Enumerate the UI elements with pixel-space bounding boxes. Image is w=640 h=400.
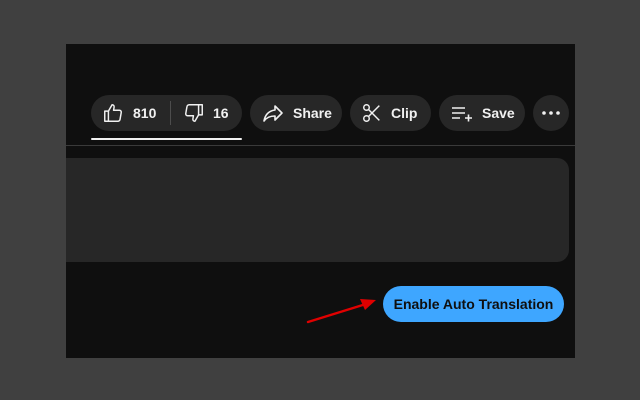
share-arrow-icon (261, 101, 285, 125)
like-button[interactable]: 810 (91, 95, 170, 131)
share-button[interactable]: Share (250, 95, 342, 131)
like-bar-underline (91, 138, 242, 140)
enable-auto-translation-button[interactable]: Enable Auto Translation (383, 286, 564, 322)
enable-auto-translation-label: Enable Auto Translation (393, 296, 554, 312)
thumbs-down-icon (183, 102, 205, 124)
scissors-icon (361, 102, 383, 124)
more-horizontal-icon (541, 110, 561, 116)
clip-button[interactable]: Clip (350, 95, 431, 131)
share-label: Share (293, 105, 332, 121)
thumbs-up-icon (102, 102, 124, 124)
save-label: Save (482, 105, 515, 121)
dislike-button[interactable]: 16 (171, 95, 229, 131)
playlist-add-icon (450, 101, 474, 125)
red-arrow-icon (304, 294, 382, 331)
section-divider (66, 145, 575, 146)
like-dislike-group: 810 16 (91, 95, 242, 131)
like-count: 810 (133, 105, 157, 121)
save-button[interactable]: Save (439, 95, 525, 131)
video-actions-panel: 810 16 Share Clip Save Enable Auto Trans… (66, 44, 575, 358)
dislike-count: 16 (213, 105, 229, 121)
clip-label: Clip (391, 105, 418, 121)
more-actions-button[interactable] (533, 95, 569, 131)
description-box[interactable] (66, 158, 569, 262)
